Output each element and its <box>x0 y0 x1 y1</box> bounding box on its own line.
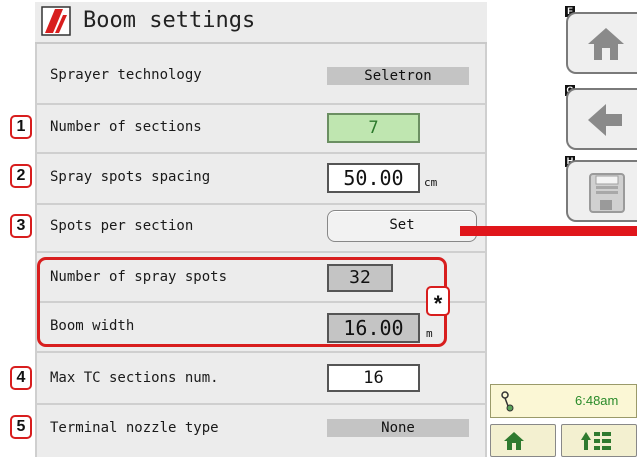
row-divider <box>35 251 487 253</box>
number-of-sections-label: Number of sections <box>50 119 202 135</box>
sprayer-status-icon <box>501 391 514 412</box>
back-button[interactable] <box>566 88 637 150</box>
clock-time: 6:48am <box>575 393 619 408</box>
callout-badge-3: 3 <box>10 214 32 238</box>
max-tc-sections-label: Max TC sections num. <box>50 370 219 386</box>
back-arrow-icon <box>588 104 622 136</box>
menu-up-button[interactable] <box>561 424 637 457</box>
callout-badge-4: 4 <box>10 366 32 390</box>
spots-per-section-set-button[interactable]: Set <box>327 210 477 242</box>
save-button[interactable] <box>566 160 637 222</box>
callout-badge-2: 2 <box>10 164 32 188</box>
home-button[interactable] <box>566 12 637 74</box>
spacing-unit: cm <box>424 176 438 189</box>
spots-per-section-label: Spots per section <box>50 218 194 234</box>
home-icon <box>588 28 624 60</box>
row-divider <box>35 403 487 405</box>
max-tc-sections-input[interactable]: 16 <box>327 364 420 392</box>
number-of-sections-input[interactable]: 7 <box>327 113 420 143</box>
spray-spots-spacing-input[interactable]: 50.00 <box>327 163 420 193</box>
page-title: Boom settings <box>83 8 256 33</box>
save-disk-icon <box>589 173 625 213</box>
menu-up-icon <box>581 432 611 450</box>
callout-badge-1: 1 <box>10 115 32 139</box>
spray-spots-spacing-label: Spray spots spacing <box>50 169 211 185</box>
callout-pointer-line <box>460 226 637 236</box>
title-bar: Boom settings <box>35 2 487 44</box>
sprayer-technology-label: Sprayer technology <box>50 67 202 83</box>
screen: Boom settings Sprayer technology Seletro… <box>0 0 637 457</box>
callout-badge-5: 5 <box>10 415 32 439</box>
brand-logo-icon <box>41 6 71 36</box>
sprayer-technology-value: Seletron <box>327 67 469 85</box>
terminal-nozzle-type-label: Terminal nozzle type <box>50 420 219 436</box>
row-divider <box>35 103 487 105</box>
row-divider <box>35 152 487 154</box>
row-divider <box>35 351 487 353</box>
bottom-home-button[interactable] <box>490 424 556 457</box>
group-asterisk-badge: * <box>426 286 450 316</box>
home-icon <box>504 432 524 450</box>
computed-values-highlight <box>37 257 447 347</box>
row-divider <box>35 203 487 205</box>
terminal-nozzle-type-value[interactable]: None <box>327 419 469 437</box>
